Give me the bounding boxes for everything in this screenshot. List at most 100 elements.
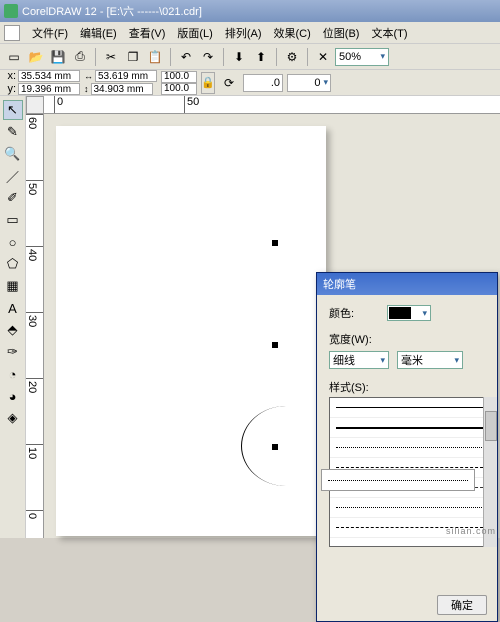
separator xyxy=(276,48,277,66)
outline-width-combo[interactable]: 细线 ▾ xyxy=(329,351,389,369)
menu-layout[interactable]: 版面(L) xyxy=(171,23,218,43)
zoom-tool[interactable]: 🔍 xyxy=(3,144,23,164)
menu-file[interactable]: 文件(F) xyxy=(26,23,74,43)
standard-toolbar: ▭ 📂 💾 ⎙ ✂ ❐ 📋 ↶ ↷ ⬇ ⬆ ⚙ ✕ 50% ▾ xyxy=(0,44,500,70)
ellipse-tool[interactable]: ○ xyxy=(3,232,23,252)
ruler-tick: 30 xyxy=(26,312,44,327)
cut-button[interactable]: ✂ xyxy=(101,47,121,67)
polygon-tool[interactable]: ⬠ xyxy=(3,254,23,274)
dialog-titlebar[interactable]: 轮廓笔 xyxy=(317,273,497,295)
dialog-title: 轮廓笔 xyxy=(323,276,356,292)
paste-button[interactable]: 📋 xyxy=(145,47,165,67)
style-label: 样式(S): xyxy=(329,382,369,394)
outline-unit-combo[interactable]: 毫米 ▾ xyxy=(397,351,463,369)
document-system-icon[interactable] xyxy=(4,25,20,41)
ruler-tick: 0 xyxy=(26,510,44,519)
style-option-dotted[interactable] xyxy=(330,438,494,458)
smart-draw-tool[interactable]: ✐ xyxy=(3,188,23,208)
basic-shapes-tool[interactable]: ▦ xyxy=(3,276,23,296)
shape-tool[interactable]: ✎ xyxy=(3,122,23,142)
ruler-tick: 50 xyxy=(184,96,199,114)
freehand-tool[interactable]: ／ xyxy=(3,166,23,186)
export-button[interactable]: ⬆ xyxy=(251,47,271,67)
ruler-tick: 10 xyxy=(26,444,44,459)
outline-tool[interactable]: ◔ xyxy=(3,364,23,384)
chevron-down-icon: ▾ xyxy=(422,308,429,319)
window-title: CorelDRAW 12 - [E:\六 ------\021.cdr] xyxy=(22,3,202,19)
rectangle-tool[interactable]: ▭ xyxy=(3,210,23,230)
eyedropper-tool[interactable]: ✑ xyxy=(3,342,23,362)
toolbox: ↖ ✎ 🔍 ／ ✐ ▭ ○ ⬠ ▦ A ⬘ ✑ ◔ ◕ ◈ xyxy=(0,96,26,538)
style-option-solid[interactable] xyxy=(330,398,494,418)
undo-button[interactable]: ↶ xyxy=(176,47,196,67)
print-button[interactable]: ⎙ xyxy=(70,47,90,67)
selection-handle[interactable] xyxy=(272,342,278,348)
workspace: ↖ ✎ 🔍 ／ ✐ ▭ ○ ⬠ ▦ A ⬘ ✑ ◔ ◕ ◈ 0 50 60 50… xyxy=(0,96,500,538)
style-option-dense-dot[interactable] xyxy=(330,498,494,518)
y-position-input[interactable]: 19.396 mm xyxy=(18,83,80,95)
ruler-tick: 50 xyxy=(26,180,44,195)
redo-button[interactable]: ↷ xyxy=(198,47,218,67)
scale-x-input[interactable]: 100.0 xyxy=(161,71,197,83)
ok-button[interactable]: 确定 xyxy=(437,595,487,615)
chevron-down-icon: ▾ xyxy=(380,355,385,366)
width-input[interactable]: 53.619 mm xyxy=(95,70,157,82)
menu-effects[interactable]: 效果(C) xyxy=(268,23,317,43)
style-list-scrollbar[interactable] xyxy=(483,397,497,547)
y-label: y: xyxy=(4,83,16,95)
height-input[interactable]: 34.903 mm xyxy=(91,83,153,95)
style-option-thick[interactable] xyxy=(330,418,494,438)
separator xyxy=(223,48,224,66)
zoom-level-combo[interactable]: 50% ▾ xyxy=(335,48,389,66)
ruler-origin[interactable] xyxy=(26,96,44,114)
zoom-value: 50% xyxy=(339,51,361,63)
height-icon: ↕ xyxy=(84,84,89,94)
selected-style-line xyxy=(328,480,468,481)
ruler-tick: 40 xyxy=(26,246,44,261)
menu-bitmap[interactable]: 位图(B) xyxy=(317,23,366,43)
separator xyxy=(307,48,308,66)
menu-bar: 文件(F) 编辑(E) 查看(V) 版面(L) 排列(A) 效果(C) 位图(B… xyxy=(0,22,500,44)
rotation-input[interactable]: 0 ▾ xyxy=(287,74,331,92)
interactive-blend-tool[interactable]: ⬘ xyxy=(3,320,23,340)
save-button[interactable]: 💾 xyxy=(48,47,68,67)
new-button[interactable]: ▭ xyxy=(4,47,24,67)
menu-arrange[interactable]: 排列(A) xyxy=(219,23,268,43)
app-launcher-button[interactable]: ⚙ xyxy=(282,47,302,67)
outline-color-picker[interactable]: ▾ xyxy=(387,305,431,321)
separator xyxy=(170,48,171,66)
menu-text[interactable]: 文本(T) xyxy=(365,23,413,43)
scrollbar-thumb[interactable] xyxy=(485,411,497,441)
x-position-input[interactable]: 35.534 mm xyxy=(18,70,80,82)
lock-ratio-button[interactable]: 🔒 xyxy=(201,72,215,94)
position-fields: x: 35.534 mm y: 19.396 mm xyxy=(4,70,80,95)
chevron-down-icon: ▾ xyxy=(380,51,385,62)
width-icon: ↔ xyxy=(84,71,93,81)
menu-view[interactable]: 查看(V) xyxy=(123,23,172,43)
vertical-ruler[interactable]: 60 50 40 30 20 10 0 xyxy=(26,114,44,538)
open-button[interactable]: 📂 xyxy=(26,47,46,67)
style-selection-highlight[interactable] xyxy=(321,469,475,491)
width-label: 宽度(W): xyxy=(329,334,372,346)
options-button[interactable]: ✕ xyxy=(313,47,333,67)
chevron-down-icon: ▾ xyxy=(323,77,328,88)
selection-handle[interactable] xyxy=(272,444,278,450)
interactive-fill-tool[interactable]: ◈ xyxy=(3,408,23,428)
selection-handle[interactable] xyxy=(272,240,278,246)
fill-tool[interactable]: ◕ xyxy=(3,386,23,406)
copy-button[interactable]: ❐ xyxy=(123,47,143,67)
pick-tool[interactable]: ↖ xyxy=(3,100,23,120)
menu-edit[interactable]: 编辑(E) xyxy=(74,23,123,43)
chevron-down-icon: ▾ xyxy=(454,355,459,366)
ruler-tick: 60 xyxy=(26,114,44,129)
scale-y-input[interactable]: 100.0 xyxy=(161,83,197,95)
scale-fields: 100.0 100.0 xyxy=(161,71,197,95)
horizontal-ruler[interactable]: 0 50 xyxy=(44,96,500,114)
property-bar: x: 35.534 mm y: 19.396 mm ↔ 53.619 mm ↕ … xyxy=(0,70,500,96)
watermark-text: silian.com xyxy=(446,526,496,536)
text-tool[interactable]: A xyxy=(3,298,23,318)
window-titlebar: CorelDRAW 12 - [E:\六 ------\021.cdr] xyxy=(0,0,500,22)
import-button[interactable]: ⬇ xyxy=(229,47,249,67)
angle-input[interactable]: .0 xyxy=(243,74,283,92)
outline-pen-dialog: 轮廓笔 颜色: ▾ 宽度(W): 细线 ▾ 毫米 ▾ xyxy=(316,272,498,622)
